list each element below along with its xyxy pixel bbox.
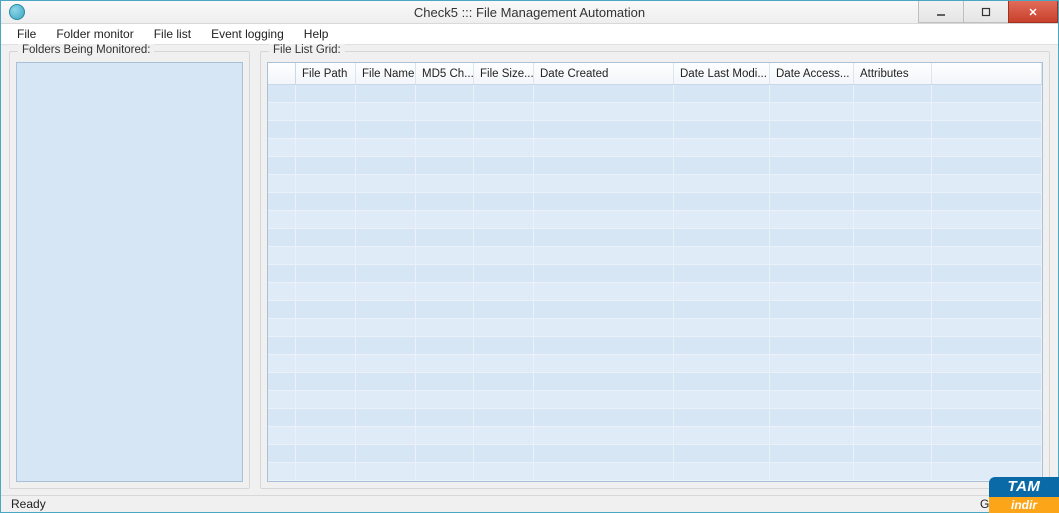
- folders-legend: Folders Being Monitored:: [18, 44, 154, 56]
- table-row[interactable]: [268, 229, 1042, 247]
- col-md5[interactable]: MD5 Ch...: [416, 63, 474, 84]
- menubar: File Folder monitor File list Event logg…: [1, 24, 1058, 45]
- maximize-icon: [981, 7, 991, 17]
- table-row[interactable]: [268, 175, 1042, 193]
- col-date-accessed[interactable]: Date Access...: [770, 63, 854, 84]
- table-row[interactable]: [268, 283, 1042, 301]
- window-controls: [919, 1, 1058, 23]
- minimize-icon: [936, 7, 946, 17]
- menu-folder-monitor[interactable]: Folder monitor: [46, 24, 143, 44]
- col-file-name[interactable]: File Name: [356, 63, 416, 84]
- table-row[interactable]: [268, 265, 1042, 283]
- menu-file-list[interactable]: File list: [144, 24, 201, 44]
- grid-row-header-corner[interactable]: [268, 63, 296, 84]
- table-row[interactable]: [268, 121, 1042, 139]
- col-extra[interactable]: [932, 63, 1042, 84]
- statusbar: Ready Grid items: 0: [1, 495, 1058, 512]
- content-area: Folders Being Monitored: File List Grid:…: [1, 45, 1058, 495]
- col-file-path[interactable]: File Path: [296, 63, 356, 84]
- table-row[interactable]: [268, 301, 1042, 319]
- watermark-badge: TAM indir: [989, 477, 1059, 513]
- table-row[interactable]: [268, 319, 1042, 337]
- table-row[interactable]: [268, 409, 1042, 427]
- window-title: Check5 ::: File Management Automation: [1, 5, 1058, 20]
- status-left: Ready: [11, 497, 46, 511]
- minimize-button[interactable]: [918, 1, 964, 23]
- col-file-size[interactable]: File Size...: [474, 63, 534, 84]
- table-row[interactable]: [268, 463, 1042, 481]
- grid-header-row: File Path File Name MD5 Ch... File Size.…: [268, 63, 1042, 85]
- table-row[interactable]: [268, 139, 1042, 157]
- watermark-top: TAM: [989, 477, 1059, 497]
- table-row[interactable]: [268, 157, 1042, 175]
- close-icon: [1028, 7, 1038, 17]
- table-row[interactable]: [268, 445, 1042, 463]
- col-attributes[interactable]: Attributes: [854, 63, 932, 84]
- table-row[interactable]: [268, 85, 1042, 103]
- menu-event-logging[interactable]: Event logging: [201, 24, 294, 44]
- watermark-bottom: indir: [989, 497, 1059, 513]
- table-row[interactable]: [268, 373, 1042, 391]
- app-window: Check5 ::: File Management Automation Fi…: [0, 0, 1059, 513]
- maximize-button[interactable]: [963, 1, 1009, 23]
- table-row[interactable]: [268, 427, 1042, 445]
- folders-panel: Folders Being Monitored:: [9, 51, 250, 489]
- table-row[interactable]: [268, 193, 1042, 211]
- table-row[interactable]: [268, 103, 1042, 121]
- table-row[interactable]: [268, 355, 1042, 373]
- file-grid-panel: File List Grid: File Path File Name MD5 …: [260, 51, 1050, 489]
- folders-listbox[interactable]: [16, 62, 243, 482]
- titlebar[interactable]: Check5 ::: File Management Automation: [1, 1, 1058, 24]
- grid-legend: File List Grid:: [269, 44, 345, 56]
- table-row[interactable]: [268, 337, 1042, 355]
- table-row[interactable]: [268, 211, 1042, 229]
- app-icon: [9, 4, 25, 20]
- col-date-modified[interactable]: Date Last Modi...: [674, 63, 770, 84]
- grid-body[interactable]: [268, 85, 1042, 481]
- col-date-created[interactable]: Date Created: [534, 63, 674, 84]
- file-grid[interactable]: File Path File Name MD5 Ch... File Size.…: [267, 62, 1043, 482]
- table-row[interactable]: [268, 391, 1042, 409]
- menu-file[interactable]: File: [7, 24, 46, 44]
- table-row[interactable]: [268, 247, 1042, 265]
- menu-help[interactable]: Help: [294, 24, 339, 44]
- close-button[interactable]: [1008, 1, 1058, 23]
